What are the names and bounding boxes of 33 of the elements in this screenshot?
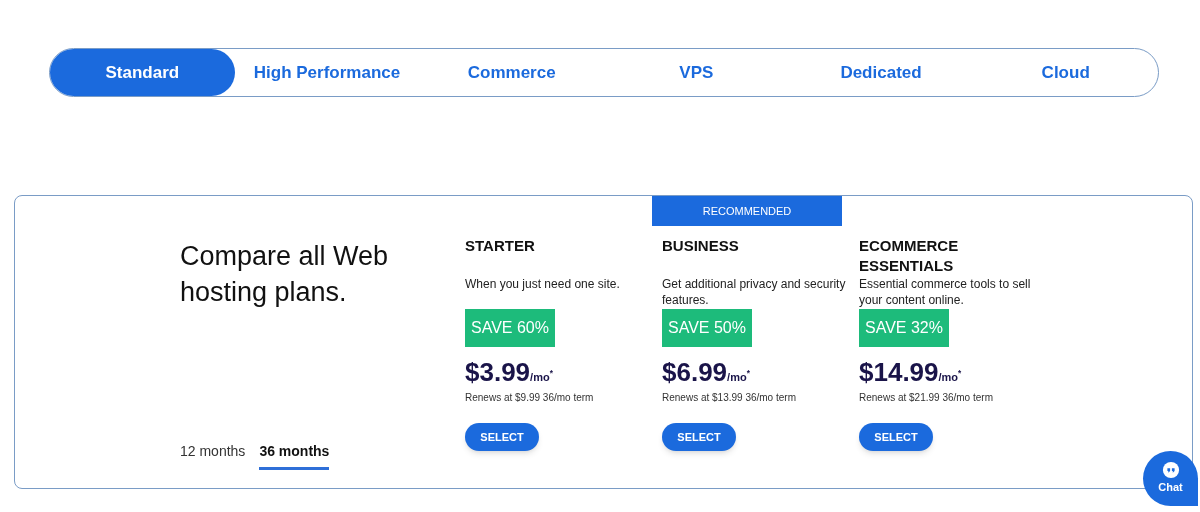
plan-name: ECOMMERCE ESSENTIALS (859, 236, 960, 276)
plan-description: When you just need one site. (465, 276, 621, 293)
quote-bubble-icon (1161, 461, 1180, 480)
plan-description: Get additional privacy and security features. (662, 276, 847, 308)
chat-button[interactable]: Chat (1143, 451, 1198, 506)
save-tag: SAVE 50% (662, 309, 752, 347)
select-button[interactable]: SELECT (859, 423, 933, 451)
price: $14.99 (859, 357, 939, 387)
price-unit: /mo$^{*}$ (938, 369, 962, 383)
compare-heading: Compare all Web hosting plans. (180, 240, 390, 309)
tab[interactable]: Cloud (973, 49, 1159, 96)
save-tag: SAVE 32% (859, 309, 949, 347)
price: $3.99 (465, 357, 531, 387)
save-tag: SAVE 60% (465, 309, 555, 347)
tab[interactable]: VPS (604, 49, 789, 96)
price-unit: /mo$^{*}$ (530, 369, 553, 383)
tab[interactable]: Commerce (419, 49, 604, 96)
period-tab[interactable]: 12 months (180, 441, 246, 470)
renewal-note: Renews at $9.99 36/mo term (465, 391, 595, 405)
plan-name: STARTER (465, 236, 536, 256)
price: $6.99 (662, 357, 728, 387)
plan-description: Essential commerce tools to sell your content online. (859, 276, 1032, 308)
select-button[interactable]: SELECT (465, 423, 539, 451)
renewal-note: Renews at $21.99 36/mo term (859, 391, 994, 405)
plan-name: BUSINESS (662, 236, 740, 256)
recommended-banner: RECOMMENDED (652, 196, 842, 226)
tab[interactable]: Dedicated (788, 49, 974, 96)
renewal-note: Renews at $13.99 36/mo term (662, 391, 797, 405)
tab[interactable]: Standard (50, 49, 235, 96)
tab[interactable]: High Performance (234, 49, 420, 96)
select-button[interactable]: SELECT (662, 423, 736, 451)
price-unit: /mo$^{*}$ (727, 369, 750, 383)
period-tab[interactable]: 36 months (259, 441, 330, 470)
